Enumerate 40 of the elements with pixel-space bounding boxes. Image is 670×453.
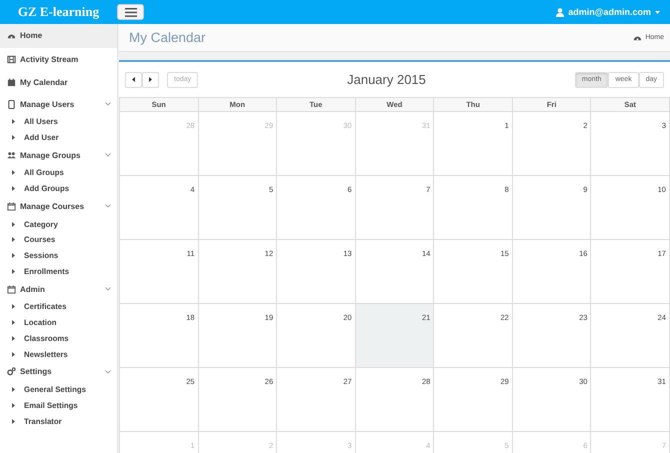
menu-icon [124,8,136,16]
calendar-title: January 2015 [346,72,427,87]
caret-icon [655,10,660,14]
previous-button[interactable] [125,72,142,88]
sidebar-item[interactable]: Manage Groups [0,146,117,166]
caret-icon [12,418,15,424]
user-icon [556,8,564,16]
sidebar-item[interactable]: Admin [0,279,117,299]
sidebar-item[interactable]: Manage Users [0,94,117,114]
caret-icon [12,170,15,176]
sidebar-item[interactable]: My Calendar [0,71,117,94]
caret-icon [12,186,15,192]
caret-icon [12,268,15,274]
calendar-icon [7,78,16,88]
caret-icon [12,253,15,258]
caret-icon [12,336,15,341]
sidebar-item[interactable]: Manage Courses [0,196,117,216]
gears-icon [7,367,16,376]
caret-icon [12,119,15,124]
menu-button[interactable] [117,4,144,20]
calendar-icon [7,284,16,294]
left-caret-icon [132,77,135,82]
film-icon [7,54,16,64]
caret-icon [12,320,15,326]
caret-icon [12,386,15,392]
right-caret-icon [149,77,152,82]
next-button[interactable] [142,72,159,88]
caret-icon [12,402,15,408]
sidebar-item[interactable]: Activity Stream [0,48,117,71]
caret-icon [12,352,15,357]
caret-icon [12,222,15,227]
sidebar-item[interactable]: Settings [0,362,117,382]
sidebar-item[interactable]: Home [0,24,117,48]
caret-icon [12,237,15,242]
caret-icon [12,135,15,140]
calendar-icon [7,202,16,211]
tablet-icon [7,100,16,109]
users-icon [7,150,16,160]
caret-icon [12,304,15,310]
page-title: My Calendar [129,30,206,45]
